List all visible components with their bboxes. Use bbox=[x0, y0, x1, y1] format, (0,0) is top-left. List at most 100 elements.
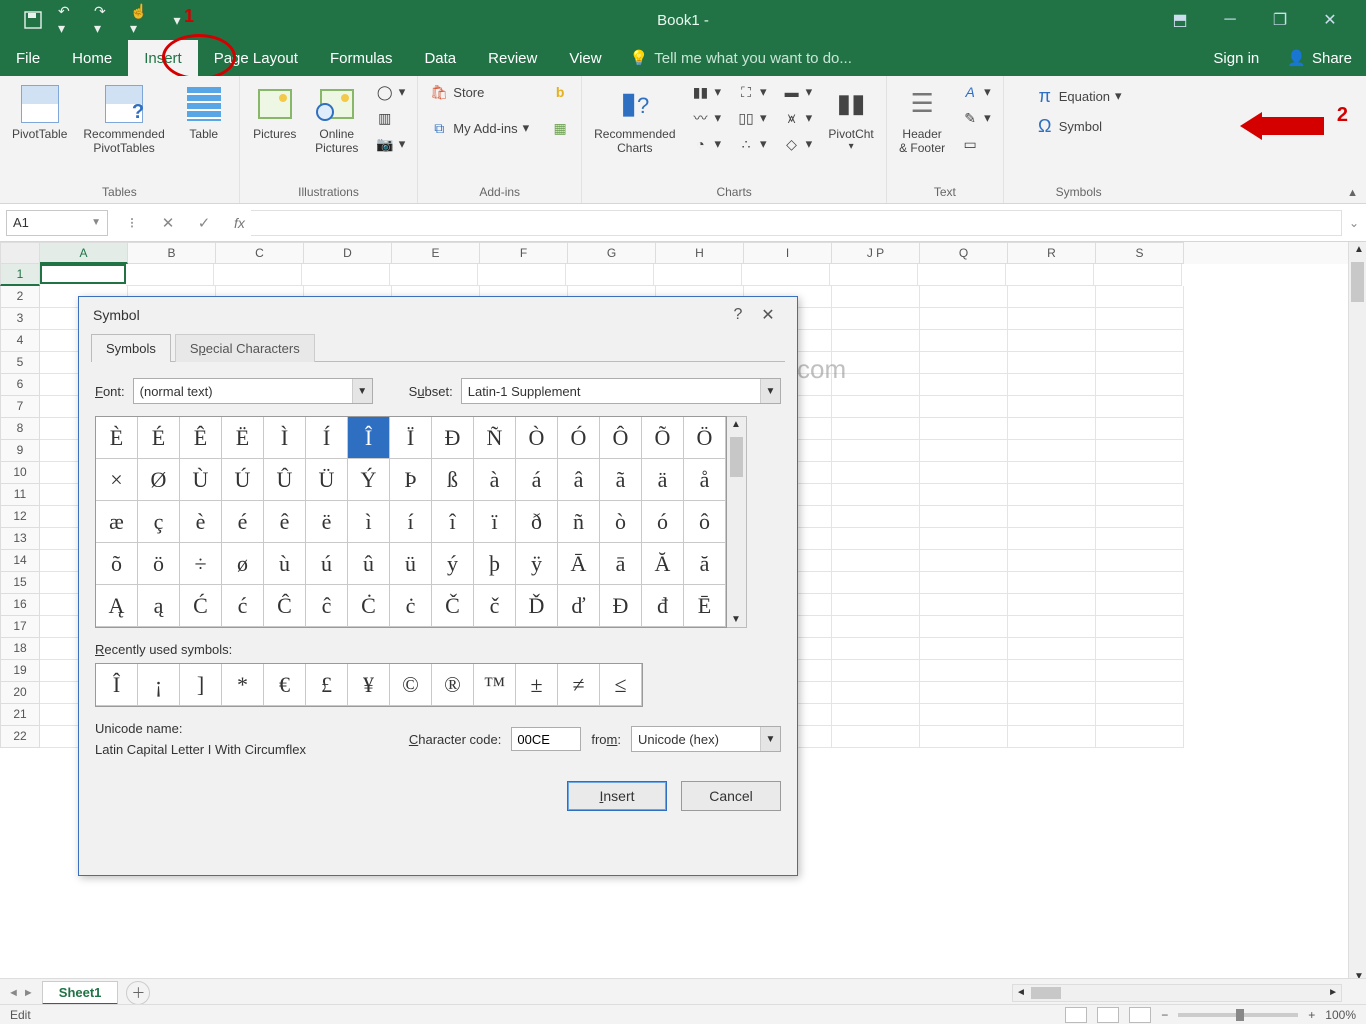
expand-formula-bar-icon[interactable]: ⌄ bbox=[1342, 216, 1366, 230]
cell[interactable] bbox=[1008, 638, 1096, 660]
cell[interactable] bbox=[1008, 330, 1096, 352]
cell[interactable] bbox=[920, 704, 1008, 726]
recommended-charts-button[interactable]: ▮? Recommended Charts bbox=[590, 82, 679, 158]
my-addins-button[interactable]: ⧉My Add-ins ▾ bbox=[426, 118, 533, 138]
cell[interactable] bbox=[920, 726, 1008, 748]
cell[interactable] bbox=[832, 594, 920, 616]
symbol-cell[interactable]: ì bbox=[348, 501, 390, 543]
symbol-cell[interactable]: Û bbox=[264, 459, 306, 501]
cell[interactable] bbox=[832, 682, 920, 704]
cell[interactable] bbox=[1006, 264, 1094, 286]
column-header[interactable]: C bbox=[216, 242, 304, 264]
cell[interactable] bbox=[920, 506, 1008, 528]
cell[interactable] bbox=[1008, 374, 1096, 396]
cell[interactable] bbox=[920, 682, 1008, 704]
cell[interactable] bbox=[1096, 616, 1184, 638]
split-icon[interactable]: ⁝ bbox=[118, 214, 146, 232]
font-combobox[interactable]: (normal text)▼ bbox=[133, 378, 373, 404]
symbol-cell[interactable]: É bbox=[138, 417, 180, 459]
cell[interactable] bbox=[832, 330, 920, 352]
statistic-chart-button[interactable]: ▯▯▾ bbox=[733, 108, 771, 128]
smartart-button[interactable]: ▥ bbox=[372, 108, 410, 128]
cell[interactable] bbox=[390, 264, 478, 286]
symbol-cell[interactable]: û bbox=[348, 543, 390, 585]
symbol-cell[interactable]: Í bbox=[306, 417, 348, 459]
pivottable-button[interactable]: PivotTable bbox=[8, 82, 71, 143]
tab-symbols[interactable]: Symbols bbox=[91, 334, 171, 362]
cell[interactable] bbox=[1008, 594, 1096, 616]
symbol-cell[interactable]: È bbox=[96, 417, 138, 459]
recent-symbol-cell[interactable]: € bbox=[264, 664, 306, 706]
column-header[interactable]: G bbox=[568, 242, 656, 264]
recent-symbol-cell[interactable]: ≤ bbox=[600, 664, 642, 706]
symbol-cell[interactable]: č bbox=[474, 585, 516, 627]
recent-symbol-cell[interactable]: £ bbox=[306, 664, 348, 706]
sheet-nav-next-icon[interactable]: ► bbox=[23, 987, 34, 999]
symbol-cell[interactable]: ý bbox=[432, 543, 474, 585]
cell[interactable] bbox=[1008, 484, 1096, 506]
tab-page-layout[interactable]: Page Layout bbox=[198, 40, 314, 76]
symbol-cell[interactable]: ú bbox=[306, 543, 348, 585]
cell[interactable] bbox=[1096, 550, 1184, 572]
cancel-button[interactable]: Cancel bbox=[681, 781, 781, 811]
cell[interactable] bbox=[1096, 286, 1184, 308]
cell[interactable] bbox=[832, 726, 920, 748]
tab-data[interactable]: Data bbox=[408, 40, 472, 76]
restore-icon[interactable]: ❐ bbox=[1262, 4, 1298, 36]
ribbon-display-options-icon[interactable]: ⬒ bbox=[1162, 4, 1198, 36]
symbol-cell[interactable]: Î bbox=[348, 417, 390, 459]
cell[interactable] bbox=[832, 484, 920, 506]
symbol-cell[interactable]: ø bbox=[222, 543, 264, 585]
symbol-cell[interactable]: æ bbox=[96, 501, 138, 543]
column-header[interactable]: E bbox=[392, 242, 480, 264]
cell[interactable] bbox=[830, 264, 918, 286]
symbol-cell[interactable]: ç bbox=[138, 501, 180, 543]
cell[interactable] bbox=[920, 660, 1008, 682]
select-all-corner[interactable] bbox=[0, 242, 40, 264]
row-header[interactable]: 10 bbox=[0, 462, 40, 484]
symbol-cell[interactable]: ĉ bbox=[306, 585, 348, 627]
cell[interactable] bbox=[1096, 594, 1184, 616]
cell[interactable] bbox=[1096, 704, 1184, 726]
wordart-button[interactable]: ✎▾ bbox=[957, 108, 995, 128]
cell[interactable] bbox=[832, 440, 920, 462]
cell[interactable] bbox=[1096, 352, 1184, 374]
row-header[interactable]: 19 bbox=[0, 660, 40, 682]
symbol-cell[interactable]: ã bbox=[600, 459, 642, 501]
symbol-cell[interactable]: Č bbox=[432, 585, 474, 627]
symbol-cell[interactable]: Ü bbox=[306, 459, 348, 501]
tab-home[interactable]: Home bbox=[56, 40, 128, 76]
share-button[interactable]: 👤 Share bbox=[1273, 40, 1366, 76]
cell[interactable] bbox=[1096, 660, 1184, 682]
row-header[interactable]: 15 bbox=[0, 572, 40, 594]
text-box-button[interactable]: A▾ bbox=[957, 82, 995, 102]
symbol-cell[interactable]: Ò bbox=[516, 417, 558, 459]
row-header[interactable]: 18 bbox=[0, 638, 40, 660]
tab-formulas[interactable]: Formulas bbox=[314, 40, 409, 76]
row-header[interactable]: 20 bbox=[0, 682, 40, 704]
cell[interactable] bbox=[1096, 330, 1184, 352]
symbol-cell[interactable]: ć bbox=[222, 585, 264, 627]
symbol-cell[interactable]: ā bbox=[600, 543, 642, 585]
zoom-out-icon[interactable]: − bbox=[1161, 1008, 1168, 1022]
row-header[interactable]: 8 bbox=[0, 418, 40, 440]
column-header[interactable]: I bbox=[744, 242, 832, 264]
cell[interactable] bbox=[1008, 682, 1096, 704]
row-header[interactable]: 7 bbox=[0, 396, 40, 418]
dialog-help-icon[interactable]: ? bbox=[723, 306, 753, 324]
cell[interactable] bbox=[214, 264, 302, 286]
symbol-cell[interactable]: Ċ bbox=[348, 585, 390, 627]
cell[interactable] bbox=[832, 418, 920, 440]
cell[interactable] bbox=[1096, 418, 1184, 440]
cell[interactable] bbox=[920, 330, 1008, 352]
cell[interactable] bbox=[1096, 308, 1184, 330]
symbol-cell[interactable]: î bbox=[432, 501, 474, 543]
symbol-cell[interactable]: Ô bbox=[600, 417, 642, 459]
cell[interactable] bbox=[1008, 572, 1096, 594]
cell[interactable] bbox=[832, 528, 920, 550]
row-header[interactable]: 17 bbox=[0, 616, 40, 638]
sheet-tab-sheet1[interactable]: Sheet1 bbox=[42, 981, 119, 1005]
object-button[interactable]: ▭ bbox=[957, 134, 995, 154]
symbol-cell[interactable]: ď bbox=[558, 585, 600, 627]
row-header[interactable]: 2 bbox=[0, 286, 40, 308]
